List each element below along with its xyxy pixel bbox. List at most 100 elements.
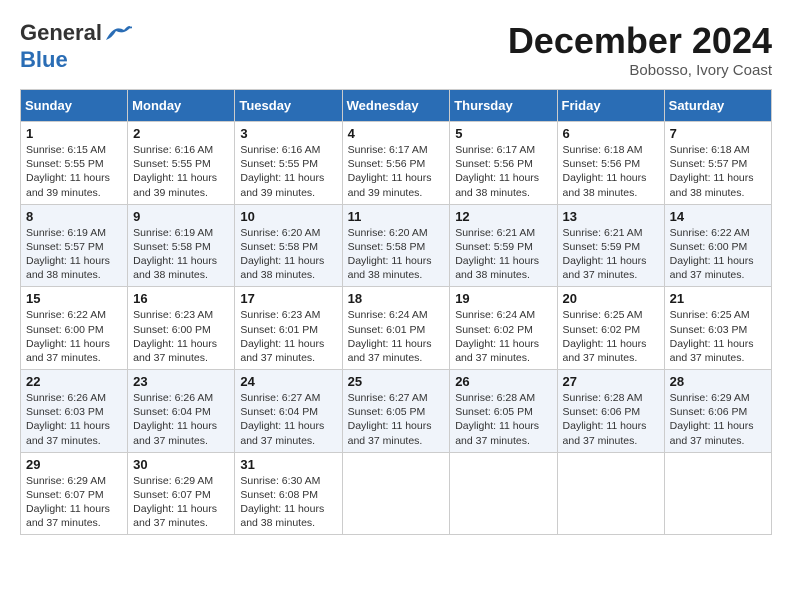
calendar-week-row: 22 Sunrise: 6:26 AMSunset: 6:03 PMDaylig… <box>21 370 772 453</box>
calendar-cell: 30 Sunrise: 6:29 AMSunset: 6:07 PMDaylig… <box>128 452 235 535</box>
day-info: Sunrise: 6:16 AMSunset: 5:55 PMDaylight:… <box>133 144 217 199</box>
weekday-header-friday: Friday <box>557 90 664 122</box>
page-header: General Blue December 2024 Bobosso, Ivor… <box>20 20 772 79</box>
calendar-cell: 2 Sunrise: 6:16 AMSunset: 5:55 PMDayligh… <box>128 122 235 205</box>
day-number: 14 <box>670 209 766 224</box>
day-number: 12 <box>455 209 551 224</box>
day-info: Sunrise: 6:15 AMSunset: 5:55 PMDaylight:… <box>26 144 110 199</box>
day-info: Sunrise: 6:29 AMSunset: 6:06 PMDaylight:… <box>670 392 754 447</box>
day-info: Sunrise: 6:20 AMSunset: 5:58 PMDaylight:… <box>240 227 324 282</box>
day-info: Sunrise: 6:26 AMSunset: 6:03 PMDaylight:… <box>26 392 110 447</box>
day-info: Sunrise: 6:28 AMSunset: 6:06 PMDaylight:… <box>563 392 647 447</box>
day-info: Sunrise: 6:18 AMSunset: 5:56 PMDaylight:… <box>563 144 647 199</box>
day-info: Sunrise: 6:30 AMSunset: 6:08 PMDaylight:… <box>240 475 324 530</box>
calendar-week-row: 15 Sunrise: 6:22 AMSunset: 6:00 PMDaylig… <box>21 287 772 370</box>
day-number: 28 <box>670 374 766 389</box>
calendar-cell: 24 Sunrise: 6:27 AMSunset: 6:04 PMDaylig… <box>235 370 342 453</box>
day-info: Sunrise: 6:27 AMSunset: 6:05 PMDaylight:… <box>348 392 432 447</box>
day-info: Sunrise: 6:17 AMSunset: 5:56 PMDaylight:… <box>348 144 432 199</box>
calendar-cell <box>557 452 664 535</box>
day-number: 29 <box>26 457 122 472</box>
day-number: 9 <box>133 209 229 224</box>
calendar-cell: 14 Sunrise: 6:22 AMSunset: 6:00 PMDaylig… <box>664 204 771 287</box>
calendar-cell: 31 Sunrise: 6:30 AMSunset: 6:08 PMDaylig… <box>235 452 342 535</box>
day-info: Sunrise: 6:25 AMSunset: 6:02 PMDaylight:… <box>563 309 647 364</box>
day-number: 24 <box>240 374 336 389</box>
day-number: 18 <box>348 291 445 306</box>
logo-blue-row: Blue <box>20 47 68 73</box>
logo-general-text: General <box>20 20 102 46</box>
day-info: Sunrise: 6:24 AMSunset: 6:01 PMDaylight:… <box>348 309 432 364</box>
day-number: 30 <box>133 457 229 472</box>
day-number: 11 <box>348 209 445 224</box>
calendar-cell: 18 Sunrise: 6:24 AMSunset: 6:01 PMDaylig… <box>342 287 450 370</box>
day-info: Sunrise: 6:27 AMSunset: 6:04 PMDaylight:… <box>240 392 324 447</box>
calendar-cell <box>342 452 450 535</box>
calendar-cell: 25 Sunrise: 6:27 AMSunset: 6:05 PMDaylig… <box>342 370 450 453</box>
calendar-cell <box>664 452 771 535</box>
day-info: Sunrise: 6:21 AMSunset: 5:59 PMDaylight:… <box>563 227 647 282</box>
calendar-cell: 10 Sunrise: 6:20 AMSunset: 5:58 PMDaylig… <box>235 204 342 287</box>
day-info: Sunrise: 6:24 AMSunset: 6:02 PMDaylight:… <box>455 309 539 364</box>
day-info: Sunrise: 6:22 AMSunset: 6:00 PMDaylight:… <box>670 227 754 282</box>
day-info: Sunrise: 6:28 AMSunset: 6:05 PMDaylight:… <box>455 392 539 447</box>
weekday-header-row: SundayMondayTuesdayWednesdayThursdayFrid… <box>21 90 772 122</box>
calendar-cell <box>450 452 557 535</box>
title-area: December 2024 Bobosso, Ivory Coast <box>508 20 772 79</box>
calendar-cell: 28 Sunrise: 6:29 AMSunset: 6:06 PMDaylig… <box>664 370 771 453</box>
calendar-cell: 19 Sunrise: 6:24 AMSunset: 6:02 PMDaylig… <box>450 287 557 370</box>
location: Bobosso, Ivory Coast <box>508 62 772 79</box>
day-number: 1 <box>26 126 122 141</box>
calendar-cell: 21 Sunrise: 6:25 AMSunset: 6:03 PMDaylig… <box>664 287 771 370</box>
calendar-cell: 15 Sunrise: 6:22 AMSunset: 6:00 PMDaylig… <box>21 287 128 370</box>
day-info: Sunrise: 6:20 AMSunset: 5:58 PMDaylight:… <box>348 227 432 282</box>
day-info: Sunrise: 6:26 AMSunset: 6:04 PMDaylight:… <box>133 392 217 447</box>
calendar-cell: 13 Sunrise: 6:21 AMSunset: 5:59 PMDaylig… <box>557 204 664 287</box>
day-info: Sunrise: 6:19 AMSunset: 5:58 PMDaylight:… <box>133 227 217 282</box>
calendar-cell: 22 Sunrise: 6:26 AMSunset: 6:03 PMDaylig… <box>21 370 128 453</box>
day-info: Sunrise: 6:29 AMSunset: 6:07 PMDaylight:… <box>26 475 110 530</box>
calendar-week-row: 8 Sunrise: 6:19 AMSunset: 5:57 PMDayligh… <box>21 204 772 287</box>
day-number: 8 <box>26 209 122 224</box>
calendar-cell: 20 Sunrise: 6:25 AMSunset: 6:02 PMDaylig… <box>557 287 664 370</box>
day-info: Sunrise: 6:21 AMSunset: 5:59 PMDaylight:… <box>455 227 539 282</box>
calendar-cell: 5 Sunrise: 6:17 AMSunset: 5:56 PMDayligh… <box>450 122 557 205</box>
day-info: Sunrise: 6:22 AMSunset: 6:00 PMDaylight:… <box>26 309 110 364</box>
calendar-cell: 3 Sunrise: 6:16 AMSunset: 5:55 PMDayligh… <box>235 122 342 205</box>
day-number: 20 <box>563 291 659 306</box>
day-number: 15 <box>26 291 122 306</box>
day-number: 3 <box>240 126 336 141</box>
day-info: Sunrise: 6:19 AMSunset: 5:57 PMDaylight:… <box>26 227 110 282</box>
calendar-cell: 4 Sunrise: 6:17 AMSunset: 5:56 PMDayligh… <box>342 122 450 205</box>
weekday-header-tuesday: Tuesday <box>235 90 342 122</box>
calendar-cell: 11 Sunrise: 6:20 AMSunset: 5:58 PMDaylig… <box>342 204 450 287</box>
day-number: 2 <box>133 126 229 141</box>
calendar-cell: 16 Sunrise: 6:23 AMSunset: 6:00 PMDaylig… <box>128 287 235 370</box>
day-info: Sunrise: 6:18 AMSunset: 5:57 PMDaylight:… <box>670 144 754 199</box>
day-number: 5 <box>455 126 551 141</box>
day-number: 16 <box>133 291 229 306</box>
weekday-header-wednesday: Wednesday <box>342 90 450 122</box>
calendar-cell: 8 Sunrise: 6:19 AMSunset: 5:57 PMDayligh… <box>21 204 128 287</box>
calendar-cell: 29 Sunrise: 6:29 AMSunset: 6:07 PMDaylig… <box>21 452 128 535</box>
day-number: 23 <box>133 374 229 389</box>
day-number: 25 <box>348 374 445 389</box>
day-info: Sunrise: 6:16 AMSunset: 5:55 PMDaylight:… <box>240 144 324 199</box>
day-number: 21 <box>670 291 766 306</box>
day-number: 6 <box>563 126 659 141</box>
calendar-cell: 12 Sunrise: 6:21 AMSunset: 5:59 PMDaylig… <box>450 204 557 287</box>
calendar-cell: 23 Sunrise: 6:26 AMSunset: 6:04 PMDaylig… <box>128 370 235 453</box>
day-number: 10 <box>240 209 336 224</box>
logo: General Blue <box>20 20 132 73</box>
logo-blue-label: Blue <box>20 47 68 73</box>
day-number: 26 <box>455 374 551 389</box>
day-info: Sunrise: 6:29 AMSunset: 6:07 PMDaylight:… <box>133 475 217 530</box>
day-number: 31 <box>240 457 336 472</box>
day-number: 22 <box>26 374 122 389</box>
bird-icon <box>104 22 132 44</box>
day-info: Sunrise: 6:23 AMSunset: 6:00 PMDaylight:… <box>133 309 217 364</box>
day-info: Sunrise: 6:17 AMSunset: 5:56 PMDaylight:… <box>455 144 539 199</box>
day-number: 27 <box>563 374 659 389</box>
calendar-cell: 1 Sunrise: 6:15 AMSunset: 5:55 PMDayligh… <box>21 122 128 205</box>
weekday-header-monday: Monday <box>128 90 235 122</box>
